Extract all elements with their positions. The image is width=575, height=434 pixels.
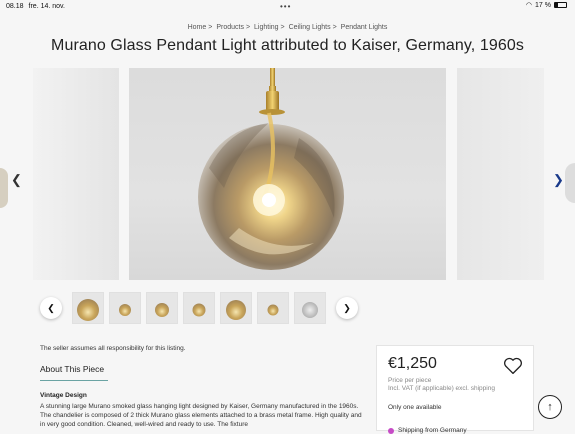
pendant-light-image xyxy=(198,68,344,270)
description: A stunning large Murano smoked glass han… xyxy=(40,403,362,428)
breadcrumb-products[interactable]: Products xyxy=(216,24,244,31)
breadcrumb-ceiling-lights[interactable]: Ceiling Lights xyxy=(289,24,331,31)
arrow-up-icon: ↑ xyxy=(547,401,553,413)
thumbnail[interactable] xyxy=(72,292,104,324)
scroll-to-top-button[interactable]: ↑ xyxy=(538,395,562,419)
vat-note: Incl. VAT (if applicable) excl. shipping xyxy=(388,385,495,392)
wifi-icon: ◠ xyxy=(525,2,533,9)
thumbnail-strip: ❮ ❯ xyxy=(40,291,358,325)
price-per-piece: Price per piece xyxy=(388,377,432,384)
thumbnail[interactable] xyxy=(183,292,215,324)
thumbnail[interactable] xyxy=(146,292,178,324)
breadcrumb-separator: > xyxy=(208,24,213,31)
breadcrumb-pendant-lights[interactable]: Pendant Lights xyxy=(341,24,388,31)
status-bar: 08.18 fre. 14. nov. ••• ◠ 17 % xyxy=(0,0,575,12)
thumbnail[interactable] xyxy=(294,292,326,324)
heart-icon[interactable] xyxy=(503,357,523,375)
image-gallery[interactable]: ❮ ❯ xyxy=(0,68,575,280)
about-underline xyxy=(40,380,108,381)
about-heading: About This Piece xyxy=(40,364,105,374)
price-card: €1,250 Price per piece Incl. VAT (if app… xyxy=(376,345,534,434)
battery-percent: 17 % xyxy=(535,1,551,9)
thumbs-next-button[interactable]: ❯ xyxy=(336,297,358,319)
previous-slide-image[interactable] xyxy=(33,68,119,280)
availability: Only one available xyxy=(388,404,442,411)
vintage-label: Vintage Design xyxy=(40,392,87,399)
battery-icon xyxy=(554,2,567,8)
next-slide-image[interactable] xyxy=(457,68,544,280)
breadcrumb-lighting[interactable]: Lighting xyxy=(254,24,279,31)
thumbnail[interactable] xyxy=(257,292,289,324)
thumbnail[interactable] xyxy=(220,292,252,324)
chevron-left-icon[interactable]: ❮ xyxy=(11,172,22,188)
main-product-image[interactable] xyxy=(129,68,446,280)
multitasking-dots-icon[interactable]: ••• xyxy=(280,2,291,11)
thumbnail[interactable] xyxy=(109,292,141,324)
next-slide-edge xyxy=(565,163,575,203)
breadcrumb: Home > Products > Lighting > Ceiling Lights… xyxy=(0,24,575,31)
chevron-right-icon[interactable]: ❯ xyxy=(553,172,564,188)
status-time: 08.18 xyxy=(6,2,24,10)
status-date: fre. 14. nov. xyxy=(28,2,65,10)
price: €1,250 xyxy=(388,355,437,372)
breadcrumb-separator: > xyxy=(280,24,285,31)
thumbs-prev-button[interactable]: ❮ xyxy=(40,297,62,319)
chevron-right-icon: ❯ xyxy=(343,302,351,313)
chevron-left-icon: ❮ xyxy=(47,302,55,313)
seller-note: The seller assumes all responsibility fo… xyxy=(40,345,186,352)
breadcrumb-home[interactable]: Home xyxy=(188,24,207,31)
previous-slide-edge xyxy=(0,168,8,208)
breadcrumb-separator: > xyxy=(332,24,337,31)
breadcrumb-separator: > xyxy=(245,24,251,31)
page-title: Murano Glass Pendant Light attributed to… xyxy=(51,37,524,54)
